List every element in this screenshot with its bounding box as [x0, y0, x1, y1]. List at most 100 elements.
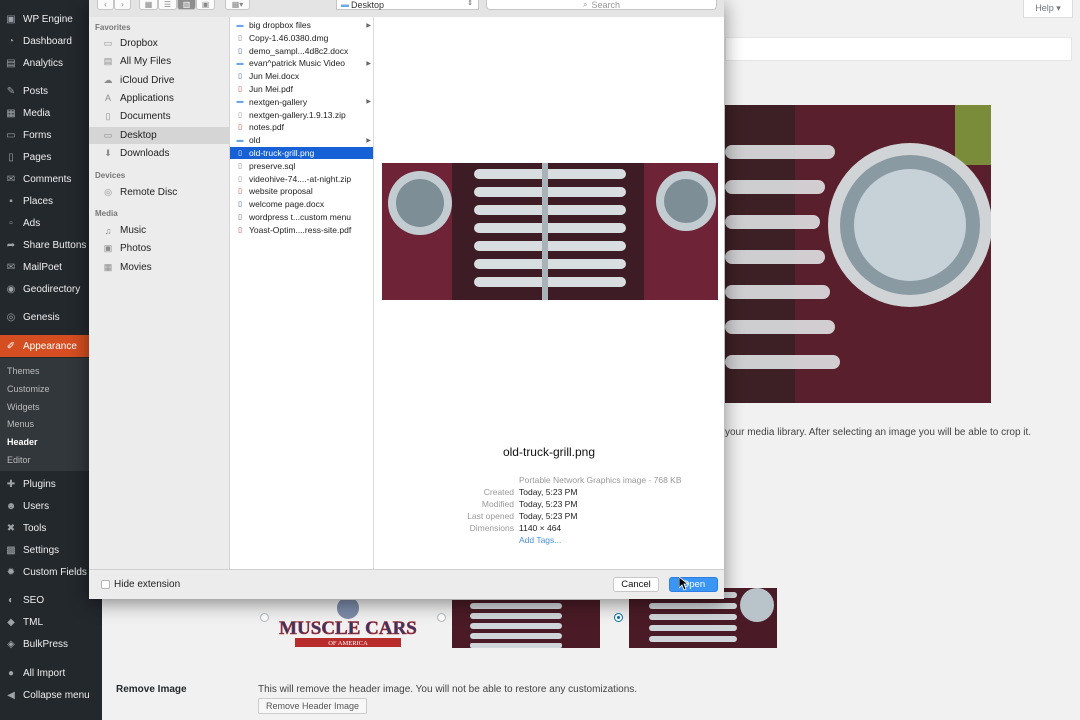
- image-preview: [382, 163, 718, 300]
- menu-item-share-buttons[interactable]: ➦ Share Buttons: [0, 234, 102, 256]
- file-row[interactable]: ▯ preserve.sql: [230, 160, 373, 172]
- dialog-footer: Hide extension Cancel Open: [89, 569, 724, 599]
- comments-icon: ✉: [6, 173, 16, 185]
- folder-row[interactable]: ▬ big dropbox files ▶: [230, 19, 373, 31]
- menu-item-users[interactable]: ☻ Users: [0, 495, 102, 517]
- open-button[interactable]: Open: [669, 577, 718, 592]
- file-row[interactable]: ▯ videohive-74....-at-night.zip: [230, 173, 373, 185]
- file-icon: ▯: [238, 214, 242, 221]
- submenu-item-editor[interactable]: Editor: [0, 451, 102, 469]
- submenu-item-widgets[interactable]: Widgets: [0, 398, 102, 416]
- menu-item-seo[interactable]: ◐ SEO: [0, 589, 102, 611]
- sidebar-item-photos[interactable]: ▣ Photos: [89, 240, 230, 257]
- menu-item-tml[interactable]: ◆ TML: [0, 611, 102, 633]
- menu-item-pages[interactable]: ▯ Pages: [0, 146, 102, 168]
- menu-item-collapse-menu[interactable]: ◀ Collapse menu: [0, 684, 102, 706]
- file-name: videohive-74....-at-night.zip: [249, 173, 352, 184]
- folder-row[interactable]: ▬ evan^patrick Music Video ▶: [230, 57, 373, 69]
- file-name: evan^patrick Music Video: [249, 58, 345, 69]
- menu-item-comments[interactable]: ✉ Comments: [0, 168, 102, 190]
- menu-item-appearance[interactable]: ✐ Appearance: [0, 335, 102, 357]
- sidebar-item-remote-disc[interactable]: ◎ Remote Disc: [89, 184, 230, 201]
- meta-value: 1140 × 464: [519, 523, 562, 533]
- sidebar-item-dropbox[interactable]: ▭ Dropbox: [89, 35, 230, 52]
- help-button[interactable]: Help ▾: [1023, 0, 1073, 18]
- cover-flow-button[interactable]: ▣: [196, 0, 215, 10]
- menu-item-forms[interactable]: ▭ Forms: [0, 124, 102, 146]
- sidebar-item-label: Desktop: [120, 129, 157, 141]
- menu-item-places[interactable]: ▪ Places: [0, 190, 102, 212]
- column-view-button[interactable]: ▥: [177, 0, 196, 10]
- menu-item-analytics[interactable]: ▤ Analytics: [0, 52, 102, 74]
- menu-item-mailpoet[interactable]: ✉ MailPoet: [0, 256, 102, 278]
- sidebar-item-icloud-drive[interactable]: ☁ iCloud Drive: [89, 72, 230, 89]
- menu-item-dashboard[interactable]: ◔ Dashboard: [0, 30, 102, 52]
- menu-item-posts[interactable]: ✎ Posts: [0, 80, 102, 102]
- header-option-logo[interactable]: MUSCLE CARS OF AMERICA: [273, 597, 423, 648]
- sidebar-item-applications[interactable]: A Applications: [89, 90, 230, 107]
- menu-item-label: Settings: [23, 544, 60, 556]
- menu-item-custom-fields[interactable]: ✹ Custom Fields: [0, 561, 102, 583]
- pages-icon: ▯: [8, 151, 14, 163]
- pdf-icon: ▯: [238, 124, 242, 132]
- logo-subtext: OF AMERICA: [328, 640, 368, 647]
- menu-item-media[interactable]: ▦ Media: [0, 102, 102, 124]
- menu-item-ads[interactable]: ▫ Ads: [0, 212, 102, 234]
- hide-extension-checkbox[interactable]: [101, 580, 110, 589]
- arrange-button[interactable]: ▦▾: [225, 0, 250, 10]
- menu-item-wp-engine[interactable]: ▣ WP Engine: [0, 8, 102, 30]
- header-option-grill[interactable]: [452, 600, 600, 648]
- folder-row[interactable]: ▬ old ▶: [230, 134, 373, 146]
- menu-item-genesis[interactable]: ◎ Genesis: [0, 306, 102, 328]
- cancel-button[interactable]: Cancel: [613, 577, 659, 592]
- sidebar-item-music[interactable]: ♫ Music: [89, 222, 230, 239]
- menu-item-label: Geodirectory: [23, 283, 81, 295]
- file-name: preserve.sql: [249, 160, 296, 171]
- menu-item-geodirectory[interactable]: ◉ Geodirectory: [0, 278, 102, 300]
- file-row[interactable]: ▯ old-truck-grill.png: [230, 147, 373, 159]
- menu-item-label: Comments: [23, 173, 72, 185]
- header-option-radio-selected[interactable]: [614, 613, 623, 622]
- submenu-item-customize[interactable]: Customize: [0, 380, 102, 398]
- file-row[interactable]: ▯ website proposal: [230, 185, 373, 197]
- menu-item-bulkpress[interactable]: ◈ BulkPress: [0, 633, 102, 655]
- remove-header-image-button[interactable]: Remove Header Image: [258, 698, 368, 714]
- header-option-radio[interactable]: [260, 613, 269, 622]
- submenu-item-header[interactable]: Header: [0, 433, 102, 451]
- file-row[interactable]: ▯ Copy-1.46.0380.dmg: [230, 32, 373, 44]
- brush-icon: ✐: [6, 340, 16, 352]
- sidebar-item-movies[interactable]: ▦ Movies: [89, 259, 230, 276]
- sidebar-item-all-my-files[interactable]: ▤ All My Files: [89, 53, 230, 70]
- meta-value: Today, 5:23 PM: [519, 511, 578, 521]
- file-row[interactable]: ▯ Jun Mei.pdf: [230, 83, 373, 95]
- menu-item-settings[interactable]: ▩ Settings: [0, 539, 102, 561]
- file-row[interactable]: ▯ Jun Mei.docx: [230, 70, 373, 82]
- file-row[interactable]: ▯ notes.pdf: [230, 121, 373, 133]
- forward-button[interactable]: ›: [114, 0, 131, 10]
- plugin-icon: ✚: [6, 478, 16, 490]
- location-popup[interactable]: ▬ Desktop ⇕: [336, 0, 479, 10]
- menu-item-tools[interactable]: ✖ Tools: [0, 517, 102, 539]
- submenu-item-menus[interactable]: Menus: [0, 415, 102, 433]
- search-input[interactable]: ⌕ Search: [486, 0, 717, 10]
- menu-item-label: BulkPress: [23, 638, 69, 650]
- icon-view-button[interactable]: ▦: [139, 0, 158, 10]
- menu-item-all-import[interactable]: ● All Import: [0, 662, 102, 684]
- add-tags-link[interactable]: Add Tags...: [519, 535, 561, 545]
- menu-item-plugins[interactable]: ✚ Plugins: [0, 473, 102, 495]
- header-option-radio[interactable]: [437, 613, 446, 622]
- list-view-button[interactable]: ☰: [158, 0, 177, 10]
- file-row[interactable]: ▯ wordpress t...custom menu: [230, 211, 373, 223]
- folder-row[interactable]: ▬ nextgen-gallery ▶: [230, 96, 373, 108]
- file-row[interactable]: ▯ nextgen-gallery.1.9.13.zip: [230, 109, 373, 121]
- file-row[interactable]: ▯ Yoast-Optim....ress-site.pdf: [230, 224, 373, 236]
- file-row[interactable]: ▯ welcome page.docx: [230, 198, 373, 210]
- sidebar-item-desktop[interactable]: ▭ Desktop: [89, 126, 230, 144]
- preview-filename: old-truck-grill.png: [502, 445, 596, 459]
- menu-item-label: Genesis: [23, 311, 60, 323]
- sidebar-item-downloads[interactable]: ⬇ Downloads: [89, 145, 230, 162]
- sidebar-item-documents[interactable]: ▯ Documents: [89, 108, 230, 125]
- file-row[interactable]: ▯ demo_sampl...4d8c2.docx: [230, 45, 373, 57]
- back-button[interactable]: ‹: [97, 0, 114, 10]
- submenu-item-themes[interactable]: Themes: [0, 362, 102, 380]
